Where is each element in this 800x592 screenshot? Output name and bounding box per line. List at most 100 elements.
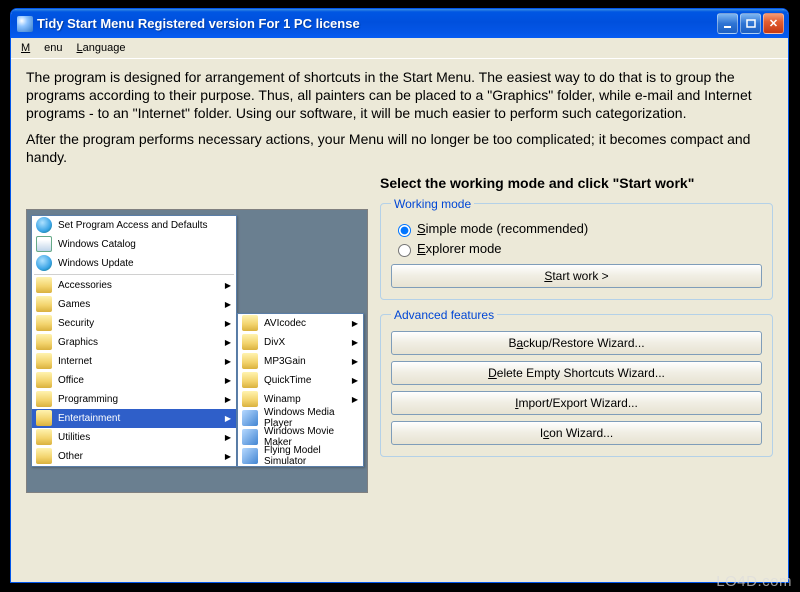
preview-menu-item: Winamp▶: [238, 390, 363, 409]
preview-menu-item: Internet ▶: [32, 352, 236, 371]
submenu-arrow-icon: ▶: [225, 357, 231, 366]
advanced-features-legend: Advanced features: [391, 308, 497, 322]
submenu-arrow-icon: ▶: [225, 338, 231, 347]
import-export-button[interactable]: Import/Export Wizard...: [391, 391, 762, 415]
folder-icon: [36, 429, 52, 445]
globe-icon: [36, 255, 52, 271]
submenu-arrow-icon: ▶: [352, 357, 358, 366]
simple-mode-label: Simple mode (recommended): [417, 221, 588, 236]
right-panel: Select the working mode and click "Start…: [380, 175, 773, 493]
lower-panel: Set Program Access and Defaults Windows C…: [26, 175, 773, 493]
preview-menu-label: DivX: [264, 337, 285, 348]
menu-separator: [34, 274, 234, 275]
content-area: The program is designed for arrangement …: [11, 59, 788, 582]
folder-icon: [242, 334, 258, 350]
delete-empty-button[interactable]: Delete Empty Shortcuts Wizard...: [391, 361, 762, 385]
menu-language[interactable]: Language: [70, 40, 133, 56]
simple-mode-radio-row[interactable]: Simple mode (recommended): [393, 221, 760, 237]
watermark: LO4D.com: [716, 573, 792, 590]
app-icon: [242, 448, 258, 464]
folder-icon: [242, 353, 258, 369]
submenu-arrow-icon: ▶: [352, 319, 358, 328]
preview-menu-item: Programming ▶: [32, 390, 236, 409]
submenu-arrow-icon: ▶: [225, 376, 231, 385]
preview-menu-label: Programming: [58, 394, 118, 405]
submenu-arrow-icon: ▶: [352, 376, 358, 385]
explorer-mode-radio[interactable]: [398, 244, 411, 257]
preview-menu-item: Security ▶: [32, 314, 236, 333]
preview-menu-label: Set Program Access and Defaults: [58, 220, 208, 231]
app-icon: [17, 16, 33, 32]
preview-menu-label: Windows Catalog: [58, 239, 136, 250]
folder-icon: [36, 391, 52, 407]
submenu-arrow-icon: ▶: [225, 319, 231, 328]
menubar: Menu Language: [11, 38, 788, 59]
preview-menu-right: AVIcodec▶DivX▶MP3Gain▶QuickTime▶Winamp▶W…: [237, 313, 364, 467]
advanced-features-group: Advanced features Backup/Restore Wizard.…: [380, 308, 773, 457]
submenu-arrow-icon: ▶: [225, 300, 231, 309]
preview-menu-label: Utilities: [58, 432, 90, 443]
folder-icon: [36, 372, 52, 388]
preview-menu-item: MP3Gain ▶: [238, 352, 363, 371]
preview-menu-item: Windows Movie Maker: [238, 428, 363, 447]
preview-menu-item: QuickTime ▶: [238, 371, 363, 390]
folder-icon: [242, 372, 258, 388]
select-heading: Select the working mode and click "Start…: [380, 175, 773, 191]
preview-menu-item: Accessories ▶: [32, 276, 236, 295]
preview-menu-item: Windows Update: [32, 254, 236, 273]
app-icon: [242, 429, 258, 445]
description-text: The program is designed for arrangement …: [26, 69, 773, 123]
working-mode-group: Working mode Simple mode (recommended) E…: [380, 197, 773, 300]
preview-menu-item: DivX ▶: [238, 333, 363, 352]
globe-icon: [36, 217, 52, 233]
preview-menu-label: Entertainment: [58, 413, 120, 424]
preview-menu-label: Games: [58, 299, 90, 310]
folder-icon: [36, 448, 52, 464]
backup-restore-button[interactable]: Backup/Restore Wizard...: [391, 331, 762, 355]
preview-menu-item: Windows Media Player: [238, 409, 363, 428]
preview-menu-label: MP3Gain: [264, 356, 306, 367]
preview-menu-item: AVIcodec ▶: [238, 314, 363, 333]
preview-menu-label: Other: [58, 451, 83, 462]
simple-mode-radio[interactable]: [398, 224, 411, 237]
app-window: Tidy Start Menu Registered version For 1…: [10, 8, 789, 583]
submenu-arrow-icon: ▶: [225, 281, 231, 290]
book-icon: [36, 236, 52, 252]
submenu-arrow-icon: ▶: [225, 395, 231, 404]
preview-menu-label: Windows Update: [58, 258, 134, 269]
explorer-mode-label: Explorer mode: [417, 241, 502, 256]
titlebar[interactable]: Tidy Start Menu Registered version For 1…: [11, 9, 788, 38]
app-icon: [242, 410, 258, 426]
preview-menu-item: Windows Catalog: [32, 235, 236, 254]
preview-menu-item: Graphics ▶: [32, 333, 236, 352]
preview-menu-label: Flying Model Simulator: [264, 445, 359, 467]
start-work-button[interactable]: Start work >: [391, 264, 762, 288]
window-controls: ✕: [717, 13, 784, 34]
preview-menu-item: Utilities ▶: [32, 428, 236, 447]
close-button[interactable]: ✕: [763, 13, 784, 34]
icon-wizard-button[interactable]: Icon Wizard...: [391, 421, 762, 445]
folder-icon: [36, 410, 52, 426]
folder-icon: [36, 315, 52, 331]
submenu-arrow-icon: ▶: [352, 338, 358, 347]
preview-menu-label: QuickTime: [264, 375, 311, 386]
folder-icon: [36, 334, 52, 350]
folder-icon: [36, 353, 52, 369]
preview-menu-label: Graphics: [58, 337, 98, 348]
folder-icon: [36, 277, 52, 293]
preview-menu-item: Flying Model Simulator: [238, 447, 363, 466]
menu-menu[interactable]: Menu: [14, 40, 70, 56]
start-menu-preview: Set Program Access and Defaults Windows C…: [26, 209, 368, 493]
preview-menu-item: Games ▶: [32, 295, 236, 314]
submenu-arrow-icon: ▶: [225, 433, 231, 442]
preview-menu-label: Accessories: [58, 280, 112, 291]
maximize-button[interactable]: [740, 13, 761, 34]
preview-menu-label: Security: [58, 318, 94, 329]
preview-menu-item: Office▶: [32, 371, 236, 390]
preview-menu-label: AVIcodec: [264, 318, 306, 329]
minimize-button[interactable]: [717, 13, 738, 34]
explorer-mode-radio-row[interactable]: Explorer mode: [393, 241, 760, 257]
preview-menu-label: Internet: [58, 356, 92, 367]
preview-menu-item: Entertainment▶: [32, 409, 236, 428]
preview-menu-item: Other▶: [32, 447, 236, 466]
